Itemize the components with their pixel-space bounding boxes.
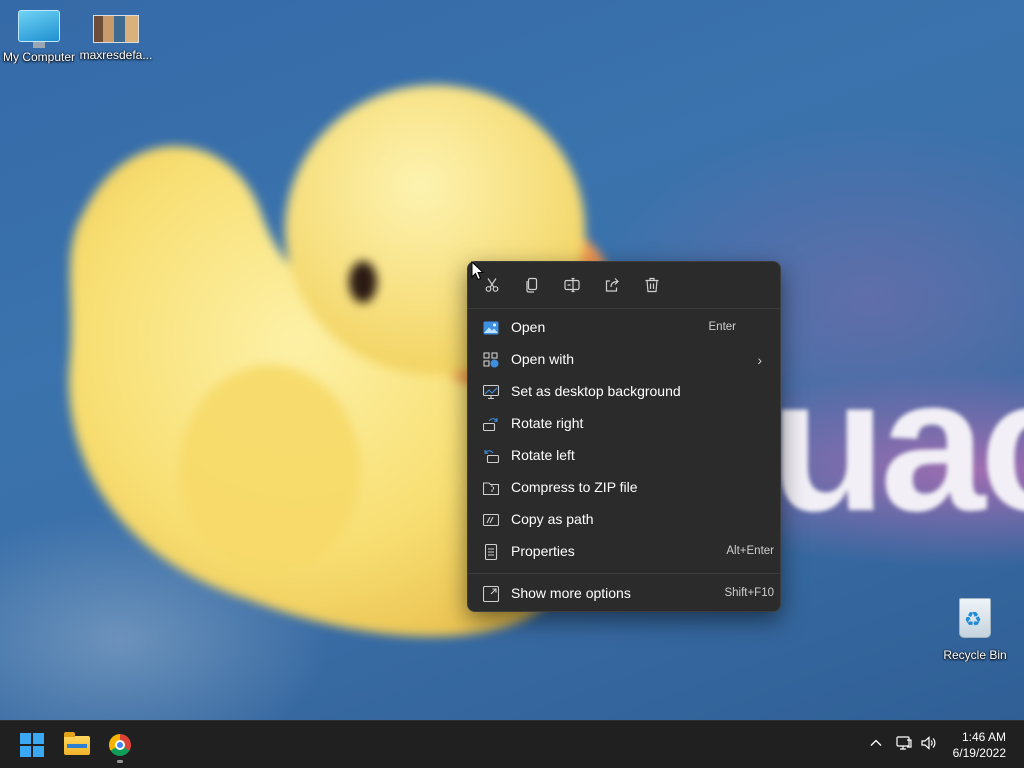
clock-date: 6/19/2022	[952, 746, 1006, 760]
desktop-background-icon	[482, 384, 500, 400]
rename-button[interactable]	[559, 273, 585, 297]
wallpaper-text: uac	[770, 339, 1024, 551]
menu-item-label: Properties	[511, 543, 575, 559]
menu-item-rotate-left[interactable]: Rotate left	[474, 440, 774, 472]
rotate-right-icon	[482, 416, 499, 432]
cut-icon	[485, 278, 499, 292]
desktop-icon-recycle-bin[interactable]: ♻ Recycle Bin	[936, 598, 1014, 662]
menu-item-label: Show more options	[511, 585, 631, 601]
copy-path-icon	[482, 512, 500, 528]
copy-button[interactable]	[519, 273, 545, 297]
desktop-icon-label: maxresdefa...	[79, 48, 153, 62]
taskbar: 1:46 AM 6/19/2022	[0, 720, 1024, 768]
menu-item-copy-as-path[interactable]: Copy as path	[474, 504, 774, 536]
volume-icon	[921, 736, 936, 750]
delete-icon	[645, 277, 659, 293]
menu-item-rotate-right[interactable]: Rotate right	[474, 408, 774, 440]
file-explorer-button[interactable]	[57, 725, 97, 765]
menu-item-open-with[interactable]: Open with ›	[474, 344, 774, 376]
desktop-icon-image-file[interactable]: maxresdefa...	[77, 0, 155, 62]
more-options-icon	[482, 585, 500, 603]
desktop-icon-label: My Computer	[2, 50, 76, 64]
desktop-icon-label: Recycle Bin	[943, 648, 1007, 662]
network-icon	[896, 736, 912, 750]
running-indicator	[117, 760, 123, 763]
recycle-bin-icon: ♻	[959, 598, 991, 638]
properties-icon	[483, 543, 499, 561]
start-icon	[20, 733, 44, 757]
desktop-icon-my-computer[interactable]: My Computer	[0, 0, 78, 64]
chrome-icon	[109, 734, 131, 756]
menu-item-label: Rotate left	[511, 447, 575, 463]
clock-time: 1:46 AM	[961, 730, 1006, 744]
menu-item-label: Set as desktop background	[511, 383, 681, 399]
context-menu-toolbar	[468, 262, 780, 309]
menu-item-label: Open	[511, 319, 546, 335]
share-button[interactable]	[599, 273, 625, 297]
menu-item-properties[interactable]: Properties Alt+Enter	[474, 536, 774, 568]
menu-item-label: Open with	[511, 351, 575, 367]
show-hidden-icons-button[interactable]	[866, 733, 886, 753]
image-thumbnail-icon	[93, 15, 139, 43]
clock[interactable]: 1:46 AM 6/19/2022	[953, 729, 1006, 761]
menu-item-set-desktop-background[interactable]: Set as desktop background	[474, 376, 774, 408]
menu-item-open[interactable]: Open Enter	[474, 312, 774, 344]
image-icon	[483, 320, 499, 336]
computer-icon	[18, 10, 60, 48]
rename-icon	[564, 277, 580, 293]
delete-button[interactable]	[639, 273, 665, 297]
chevron-up-icon	[870, 739, 882, 746]
menu-separator	[468, 573, 780, 574]
menu-item-compress-zip[interactable]: Compress to ZIP file	[474, 472, 774, 504]
zip-icon	[482, 480, 500, 496]
copy-icon	[526, 277, 538, 293]
file-explorer-icon	[64, 731, 90, 755]
menu-item-label: Copy as path	[511, 511, 594, 527]
share-icon	[605, 278, 619, 292]
open-with-icon	[483, 352, 499, 368]
start-button[interactable]	[12, 725, 52, 765]
context-menu: Open Enter Open with › Set as desktop ba…	[467, 261, 781, 612]
menu-item-shortcut: Enter	[708, 321, 737, 333]
menu-item-show-more-options[interactable]: Show more options Shift+F10	[474, 578, 774, 610]
menu-item-shortcut: Shift+F10	[724, 587, 774, 599]
mouse-cursor-icon	[471, 261, 485, 281]
menu-item-shortcut: Alt+Enter	[726, 545, 774, 557]
chevron-right-icon: ›	[757, 352, 762, 368]
rotate-left-icon	[483, 448, 500, 464]
chrome-button[interactable]	[100, 725, 140, 765]
menu-item-label: Compress to ZIP file	[511, 479, 638, 495]
volume-button[interactable]	[918, 733, 938, 753]
network-button[interactable]	[894, 733, 914, 753]
menu-item-label: Rotate right	[511, 415, 584, 431]
